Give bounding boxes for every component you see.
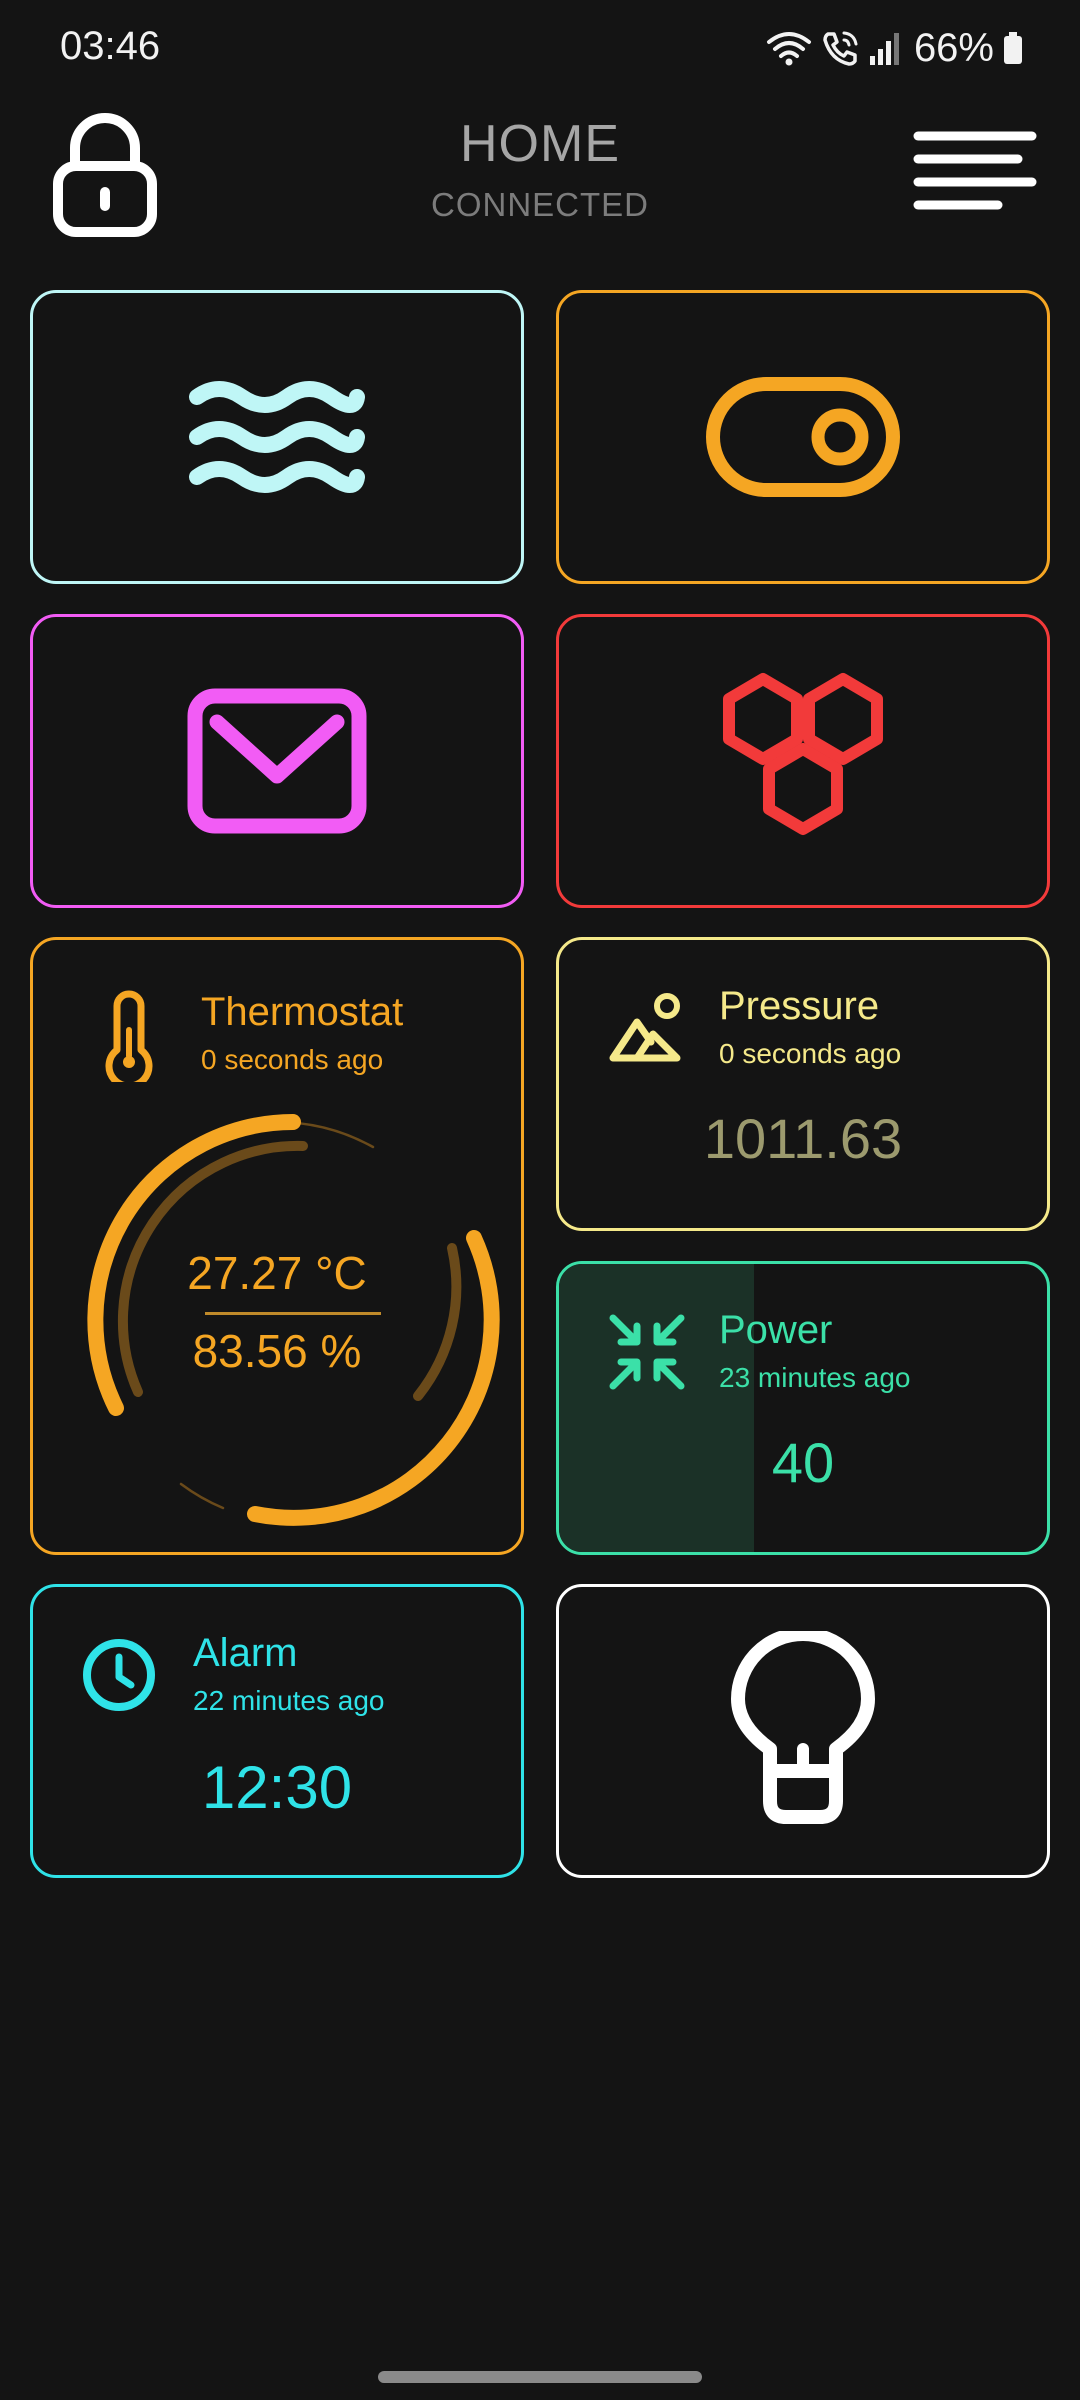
toggle-switch-icon xyxy=(706,377,900,497)
battery-percent: 66% xyxy=(913,25,994,70)
alarm-tile[interactable]: Alarm 22 minutes ago 12:30 xyxy=(30,1584,524,1878)
menu-icon[interactable] xyxy=(910,120,1040,220)
compress-arrows-icon xyxy=(609,1314,685,1390)
alarm-name: Alarm xyxy=(193,1631,298,1675)
thermostat-tile[interactable]: Thermostat 0 seconds ago 27.27 °C 83.56 … xyxy=(30,937,524,1555)
status-time: 03:46 xyxy=(60,24,161,68)
light-tile[interactable] xyxy=(556,1584,1050,1878)
lock-icon[interactable] xyxy=(50,108,160,238)
battery-icon xyxy=(1004,32,1022,64)
power-updated: 23 minutes ago xyxy=(719,1362,911,1393)
envelope-icon xyxy=(187,688,367,834)
thermostat-humidity: 83.56 % xyxy=(192,1325,362,1377)
thermostat-name: Thermostat xyxy=(201,990,404,1034)
thermometer-icon xyxy=(105,990,153,1082)
clock-icon xyxy=(83,1639,155,1711)
page-title: HOME xyxy=(460,115,620,173)
power-name: Power xyxy=(719,1308,833,1352)
status-icons: 66% xyxy=(766,22,1024,74)
connection-status: CONNECTED xyxy=(430,186,649,223)
mail-tile[interactable] xyxy=(30,614,524,908)
alarm-updated: 22 minutes ago xyxy=(193,1685,385,1716)
pressure-tile[interactable]: Pressure 0 seconds ago 1011.63 xyxy=(556,937,1050,1231)
thermostat-updated: 0 seconds ago xyxy=(201,1044,384,1075)
pressure-updated: 0 seconds ago xyxy=(719,1038,902,1069)
header: HOME CONNECTED xyxy=(0,100,1080,250)
gauge-divider xyxy=(205,1312,381,1315)
home-indicator[interactable] xyxy=(378,2371,702,2383)
water-tile[interactable] xyxy=(30,290,524,584)
status-bar: 03:46 66% xyxy=(0,0,1080,96)
thermostat-gauge xyxy=(87,1114,500,1526)
hexagon-tile[interactable] xyxy=(556,614,1050,908)
switch-tile[interactable] xyxy=(556,290,1050,584)
lightbulb-icon xyxy=(731,1631,875,1824)
wifi-icon xyxy=(766,32,811,66)
hexagons-icon xyxy=(723,673,883,835)
alarm-value: 12:30 xyxy=(201,1754,353,1821)
power-value: 40 xyxy=(771,1431,835,1494)
waves-icon xyxy=(189,381,365,493)
thermostat-temperature: 27.27 °C xyxy=(187,1247,367,1299)
title-block: HOME CONNECTED xyxy=(340,114,740,224)
wifi-calling-icon xyxy=(823,31,858,66)
pressure-value: 1011.63 xyxy=(703,1107,903,1170)
power-tile[interactable]: Power 23 minutes ago 40 xyxy=(556,1261,1050,1555)
pressure-name: Pressure xyxy=(719,984,880,1028)
mountains-icon xyxy=(609,993,681,1062)
signal-icon xyxy=(869,33,899,65)
